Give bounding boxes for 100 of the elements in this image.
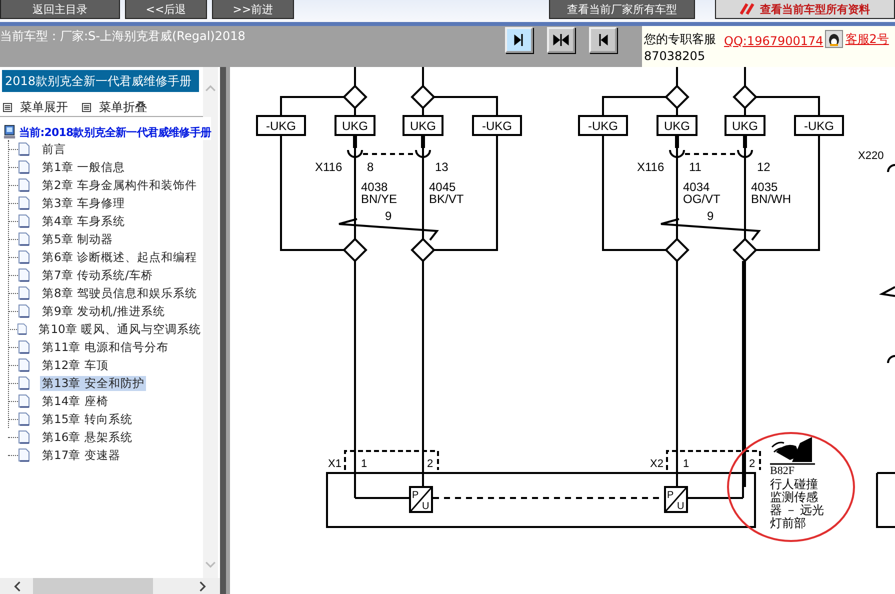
pin-number: 1 bbox=[683, 458, 690, 470]
scroll-thumb[interactable] bbox=[33, 578, 153, 594]
chapter-item[interactable]: 第16章 悬架系统 bbox=[40, 430, 134, 444]
page-icon bbox=[18, 412, 30, 426]
chapter-item[interactable]: 第2章 车身金属构件和装饰件 bbox=[40, 178, 199, 192]
manual-title: 2018款别克全新一代君威维修手册 bbox=[2, 70, 199, 92]
nav-button[interactable]: <<后退 bbox=[125, 0, 207, 19]
splice-diamond bbox=[732, 84, 758, 110]
wire-color-code: BK/VT bbox=[429, 192, 464, 206]
chapter-item[interactable]: 第10章 暖风、通风与空调系统 bbox=[36, 322, 203, 336]
current-model-text: 当前车型：厂家:S-上海别克君威(Regal)2018 bbox=[0, 28, 246, 45]
split-arrows-icon bbox=[552, 31, 570, 49]
page-icon bbox=[18, 142, 30, 156]
phone-number: 87038205 bbox=[644, 48, 706, 64]
page-icon bbox=[18, 430, 30, 444]
nav-button[interactable]: 返回主目录 bbox=[0, 0, 120, 19]
all-data-button[interactable]: 查看当前车型所有资料 bbox=[715, 0, 895, 19]
wire-fragment bbox=[878, 286, 895, 297]
qq-link[interactable]: QQ:1967900174 bbox=[724, 34, 824, 48]
signal-block: UKG bbox=[656, 115, 698, 136]
wire-number: 4038 bbox=[361, 180, 388, 194]
splice-diamond bbox=[342, 238, 368, 262]
splice-diamond bbox=[664, 84, 690, 110]
nav-button[interactable]: >>前进 bbox=[212, 0, 294, 19]
chapter-item[interactable]: 第5章 制动器 bbox=[40, 232, 115, 246]
layout-button[interactable] bbox=[589, 27, 617, 53]
pin-number: 8 bbox=[367, 160, 374, 174]
chapter-item[interactable]: 第3章 车身修理 bbox=[40, 196, 127, 210]
chapter-item[interactable]: 第9章 发动机/推进系统 bbox=[40, 304, 167, 318]
splice-diamond bbox=[410, 238, 436, 262]
chapter-item[interactable]: 第6章 诊断概述、起点和编程 bbox=[40, 250, 199, 264]
chapter-item[interactable]: 第11章 电源和信号分布 bbox=[40, 340, 170, 354]
pin-number: 2 bbox=[427, 458, 434, 470]
signal-block: UKG bbox=[724, 115, 766, 136]
penguin-icon bbox=[825, 30, 844, 48]
signal-block: -UKG bbox=[256, 115, 306, 136]
double-slash-icon bbox=[740, 3, 756, 15]
list-icon bbox=[3, 102, 12, 112]
wire-color-code: OG/VT bbox=[683, 192, 720, 206]
connector-label: X116 bbox=[637, 160, 664, 174]
computer-icon bbox=[3, 124, 16, 140]
component-code: B82F bbox=[770, 465, 794, 477]
wire-number: 4045 bbox=[429, 180, 456, 194]
page-icon bbox=[18, 448, 30, 462]
pin-number: 11 bbox=[689, 160, 702, 174]
wire-color-code: BN/YE bbox=[361, 192, 398, 206]
chapter-item[interactable]: 第7章 传动系统/车桥 bbox=[40, 268, 155, 282]
page-icon bbox=[18, 196, 30, 210]
signal-block: -UKG bbox=[472, 115, 522, 136]
chapter-item[interactable]: 第12章 车顶 bbox=[40, 358, 110, 372]
connector-label: X116 bbox=[315, 160, 342, 174]
twist-label: 9 bbox=[707, 209, 714, 223]
connector-fragment bbox=[887, 355, 895, 364]
chapter-item[interactable]: 第4章 车身系统 bbox=[40, 214, 127, 228]
transducer-symbol: P U bbox=[664, 486, 688, 513]
component-name: 行人碰撞监测传感器 － 远光灯前部 bbox=[770, 478, 825, 530]
splice-diamond bbox=[342, 84, 368, 110]
chapter-item[interactable]: 前言 bbox=[40, 142, 68, 156]
panel-splitter[interactable] bbox=[220, 67, 230, 594]
chapter-item[interactable]: 第1章 一般信息 bbox=[40, 160, 127, 174]
pin-number: 2 bbox=[749, 458, 756, 470]
component-fragment bbox=[876, 472, 895, 528]
chapter-item[interactable]: 第13章 安全和防护 bbox=[40, 376, 146, 390]
page-icon bbox=[18, 358, 30, 372]
page-icon bbox=[18, 376, 30, 390]
chapter-item[interactable]: 第15章 转向系统 bbox=[40, 412, 134, 426]
layout-button[interactable] bbox=[547, 27, 575, 53]
chapter-item[interactable]: 第14章 座椅 bbox=[40, 394, 110, 408]
signal-block: -UKG bbox=[578, 115, 628, 136]
all-models-button[interactable]: 查看当前厂家所有车型 bbox=[549, 0, 695, 19]
page-icon bbox=[18, 268, 30, 282]
wire-color-code: BN/WH bbox=[751, 192, 791, 206]
splice-diamond bbox=[410, 84, 436, 110]
page-icon bbox=[18, 286, 30, 300]
connector-label: X2 bbox=[650, 458, 664, 470]
signal-block: UKG bbox=[334, 115, 376, 136]
signal-block: UKG bbox=[402, 115, 444, 136]
signal-block: -UKG bbox=[794, 115, 844, 136]
connector-fragment bbox=[887, 164, 895, 172]
chapter-item[interactable]: 第17章 变速器 bbox=[40, 448, 122, 462]
chapter-item[interactable]: 第8章 驾驶员信息和娱乐系统 bbox=[40, 286, 199, 300]
pin-number: 13 bbox=[435, 160, 448, 174]
layout-button[interactable] bbox=[505, 27, 533, 53]
expand-menu-link[interactable]: 菜单展开 bbox=[3, 98, 68, 116]
pin-number: 12 bbox=[757, 160, 770, 174]
transducer-symbol: P U bbox=[409, 486, 433, 513]
page-icon bbox=[18, 394, 30, 408]
pin-number: 1 bbox=[361, 458, 368, 470]
horizontal-scrollbar[interactable] bbox=[0, 578, 220, 594]
wire-number: 4034 bbox=[683, 180, 710, 194]
splice-diamond bbox=[664, 238, 690, 262]
support-label: 您的专职客服 bbox=[644, 31, 716, 48]
page-icon bbox=[18, 304, 30, 318]
list-icon bbox=[82, 102, 91, 112]
page-icon bbox=[16, 322, 27, 336]
collapse-menu-link[interactable]: 菜单折叠 bbox=[82, 98, 147, 116]
connector-label: X220 bbox=[858, 150, 884, 162]
page-icon bbox=[18, 178, 30, 192]
agent-link[interactable]: 客服2号 bbox=[845, 31, 889, 48]
connector-label: X1 bbox=[328, 458, 342, 470]
